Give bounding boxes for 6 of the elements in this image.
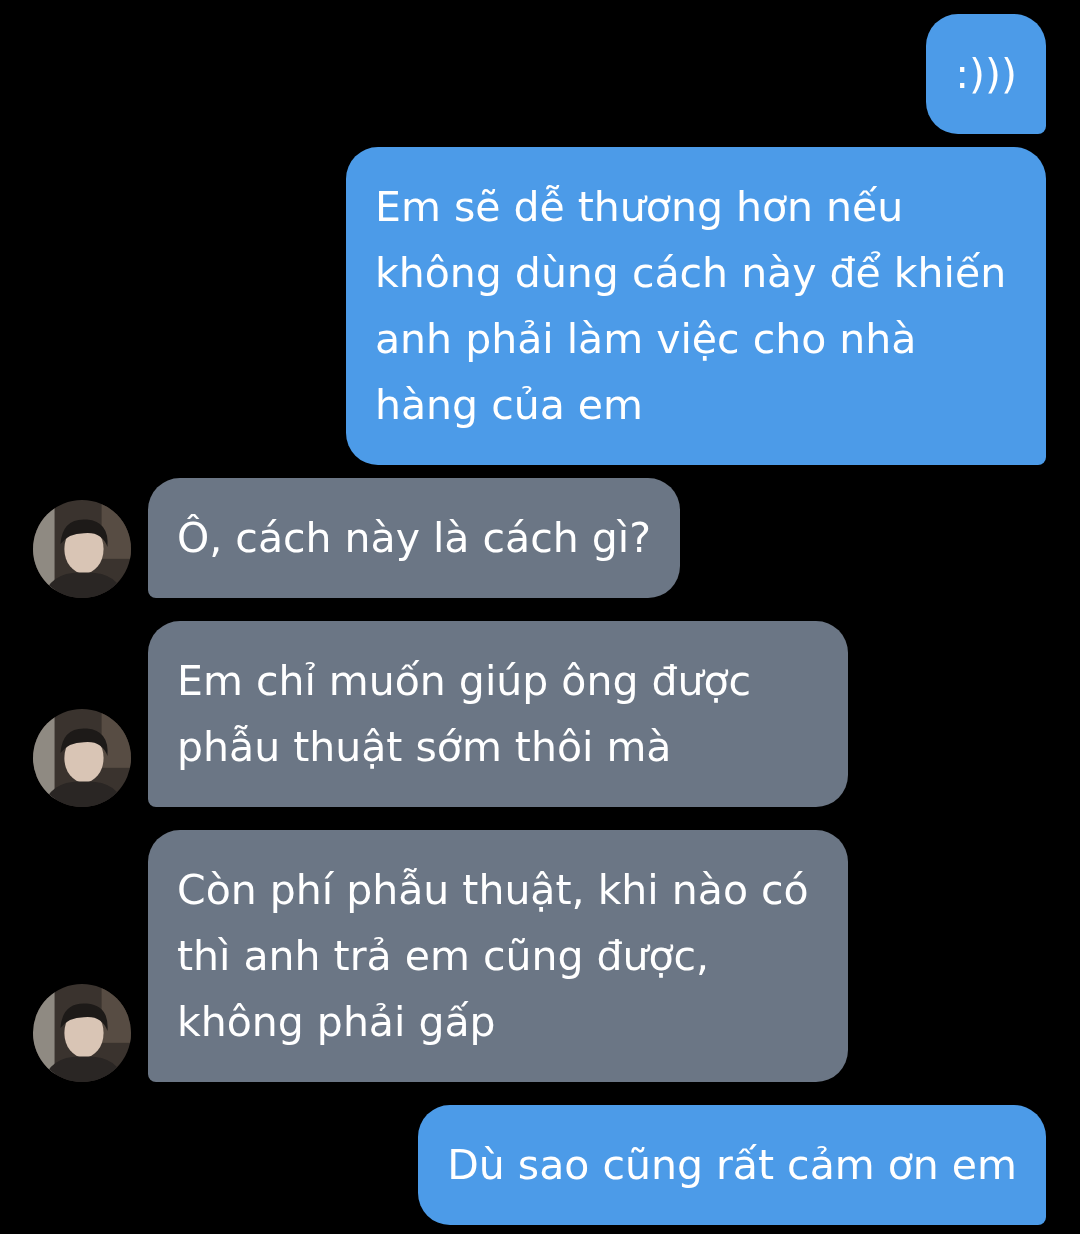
message-bubble: Em sẽ dễ thương hơn nếu không dùng cách này để khiến anh phải làm việc cho nhà hàng của em <box>346 147 1046 465</box>
message-bubble: :))) <box>926 14 1046 134</box>
message-bubble: Em chỉ muốn giúp ông được phẫu thuật sớm thôi mà <box>148 621 848 807</box>
message-bubble: Còn phí phẫu thuật, khi nào có thì anh trả em cũng được, không phải gấp <box>148 830 848 1082</box>
message-bubble: Dù sao cũng rất cảm ơn em <box>418 1105 1046 1225</box>
message-bubble: Ô, cách này là cách gì? <box>148 478 680 598</box>
